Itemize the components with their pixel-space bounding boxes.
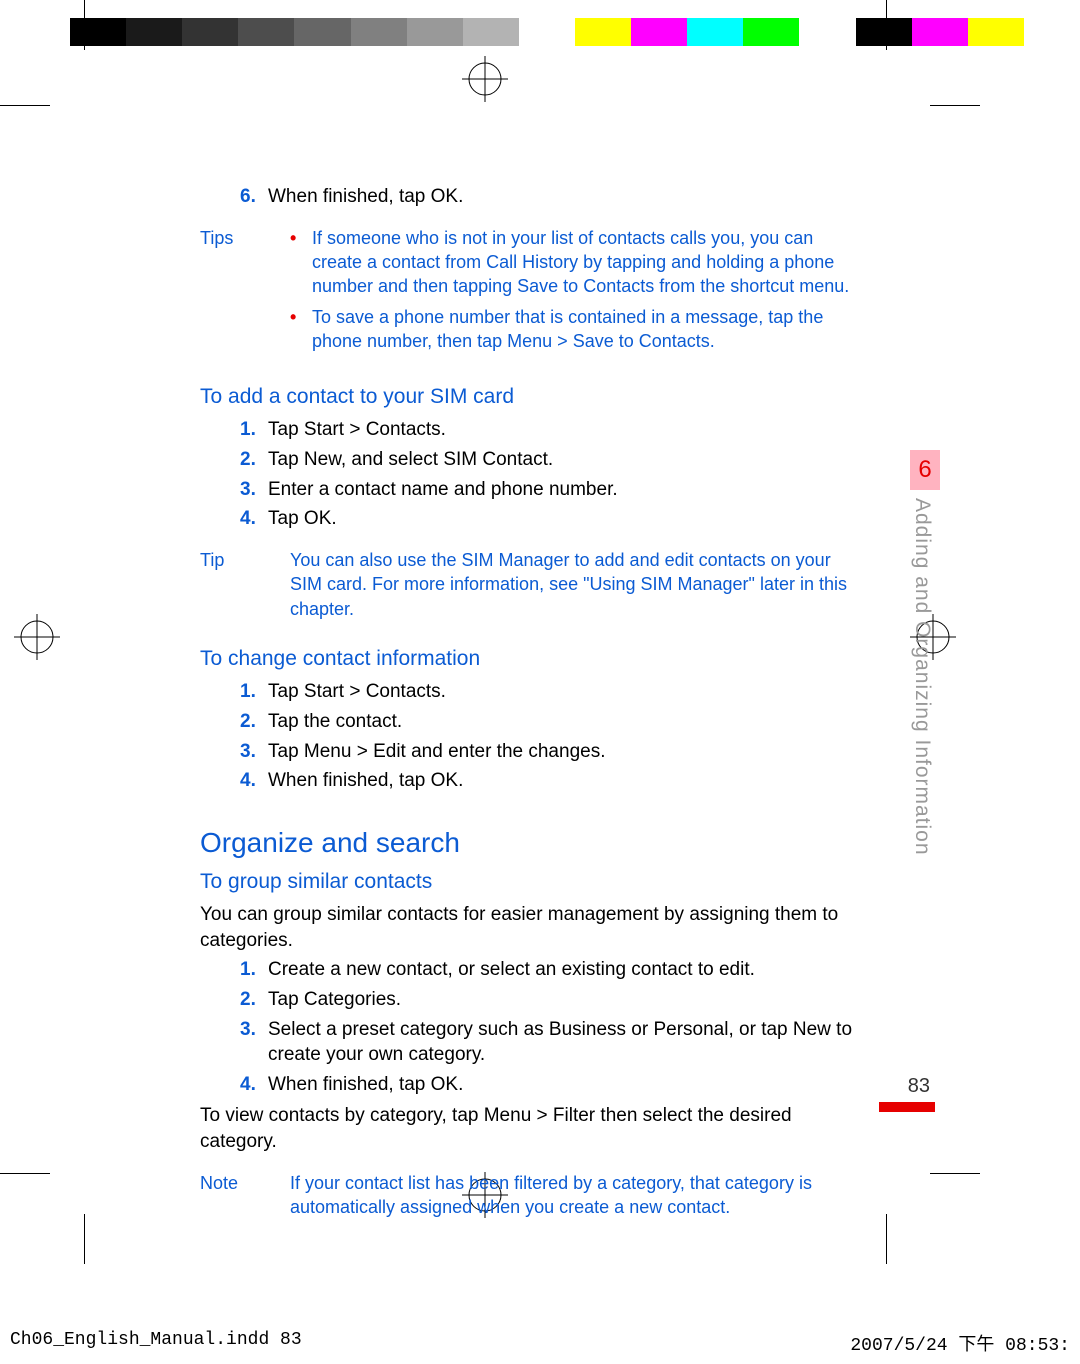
tips-body: •If someone who is not in your list of c… <box>290 226 860 359</box>
body-text: To view contacts by category, tap Menu >… <box>200 1103 860 1154</box>
tips-label: Tips <box>200 226 290 359</box>
crop-mark <box>0 105 50 106</box>
step-number: 4. <box>240 768 268 794</box>
crop-mark <box>84 1214 85 1264</box>
tip-text: If someone who is not in your list of co… <box>312 226 860 299</box>
bullet-icon: • <box>290 305 312 354</box>
step-text: Tap New, and select SIM Contact. <box>268 447 860 473</box>
list-item: 1.Create a new contact, or select an exi… <box>240 957 860 983</box>
step-text: Tap OK. <box>268 506 860 532</box>
list-item: 3.Enter a contact name and phone number. <box>240 477 860 503</box>
page-number: 83 <box>908 1075 930 1098</box>
step-number: 2. <box>240 987 268 1013</box>
step-text: Tap Categories. <box>268 987 860 1013</box>
step-text: When finished, tap OK. <box>268 768 860 794</box>
list-item: 4.Tap OK. <box>240 506 860 532</box>
list-item: 4.When finished, tap OK. <box>240 1072 860 1098</box>
registration-mark-left <box>14 614 60 660</box>
step-number: 2. <box>240 447 268 473</box>
list-item: 3.Tap Menu > Edit and enter the changes. <box>240 739 860 765</box>
chapter-tab: 6 Adding and Organizing Information <box>910 450 940 958</box>
bullet-icon: • <box>290 226 312 299</box>
step-text: Tap Menu > Edit and enter the changes. <box>268 739 860 765</box>
registration-mark-top <box>462 56 508 102</box>
step-number: 3. <box>240 477 268 503</box>
note-block: Note If your contact list has been filte… <box>200 1171 860 1220</box>
list-item: 3.Select a preset category such as Busin… <box>240 1017 860 1068</box>
step-number: 4. <box>240 1072 268 1098</box>
note-text: If your contact list has been filtered b… <box>290 1171 860 1220</box>
note-label: Note <box>200 1171 290 1220</box>
tip-label: Tip <box>200 548 290 621</box>
page-accent-bar <box>879 1102 935 1112</box>
subheading: To group similar contacts <box>200 868 860 896</box>
list-item: 4.When finished, tap OK. <box>240 768 860 794</box>
print-color-bar <box>70 18 1080 46</box>
list-item: 2.Tap Categories. <box>240 987 860 1013</box>
step-number: 4. <box>240 506 268 532</box>
step-text: Tap the contact. <box>268 709 860 735</box>
subheading: To change contact information <box>200 645 860 673</box>
list-item: 1.Tap Start > Contacts. <box>240 417 860 443</box>
step-number: 1. <box>240 679 268 705</box>
tip-text: To save a phone number that is contained… <box>312 305 860 354</box>
step-number: 2. <box>240 709 268 735</box>
step-text: When finished, tap OK. <box>268 1072 860 1098</box>
footer-timestamp: 2007/5/24 下午 08:53: <box>850 1330 1070 1356</box>
list-item: 2.Tap the contact. <box>240 709 860 735</box>
crop-mark <box>930 105 980 106</box>
body-text: You can group similar contacts for easie… <box>200 902 860 953</box>
crop-mark <box>0 1173 50 1174</box>
chapter-title: Adding and Organizing Information <box>910 498 934 958</box>
crop-mark <box>886 1214 887 1264</box>
step-number: 3. <box>240 1017 268 1068</box>
list-item: 6. When finished, tap OK. <box>240 184 860 210</box>
step-number: 3. <box>240 739 268 765</box>
step-number: 1. <box>240 957 268 983</box>
step-text: Create a new contact, or select an exist… <box>268 957 860 983</box>
crop-mark <box>84 0 85 50</box>
footer-filename: Ch06_English_Manual.indd 83 <box>10 1330 302 1356</box>
list-item: 2.Tap New, and select SIM Contact. <box>240 447 860 473</box>
section-heading: Organize and search <box>200 824 860 862</box>
step-text: Select a preset category such as Busines… <box>268 1017 860 1068</box>
print-footer: Ch06_English_Manual.indd 83 2007/5/24 下午… <box>0 1330 1080 1356</box>
step-text: Tap Start > Contacts. <box>268 417 860 443</box>
list-item: 1.Tap Start > Contacts. <box>240 679 860 705</box>
crop-mark <box>930 1173 980 1174</box>
page-content: 6. When finished, tap OK. Tips •If someo… <box>200 180 860 1219</box>
step-text: Tap Start > Contacts. <box>268 679 860 705</box>
step-number: 6. <box>240 184 268 210</box>
tips-block: Tips •If someone who is not in your list… <box>200 226 860 359</box>
step-text: Enter a contact name and phone number. <box>268 477 860 503</box>
subheading: To add a contact to your SIM card <box>200 383 860 411</box>
crop-mark <box>886 0 887 50</box>
step-number: 1. <box>240 417 268 443</box>
tip-block: Tip You can also use the SIM Manager to … <box>200 548 860 621</box>
chapter-number: 6 <box>910 450 940 490</box>
tip-text: You can also use the SIM Manager to add … <box>290 548 860 621</box>
step-text: When finished, tap OK. <box>268 184 860 210</box>
